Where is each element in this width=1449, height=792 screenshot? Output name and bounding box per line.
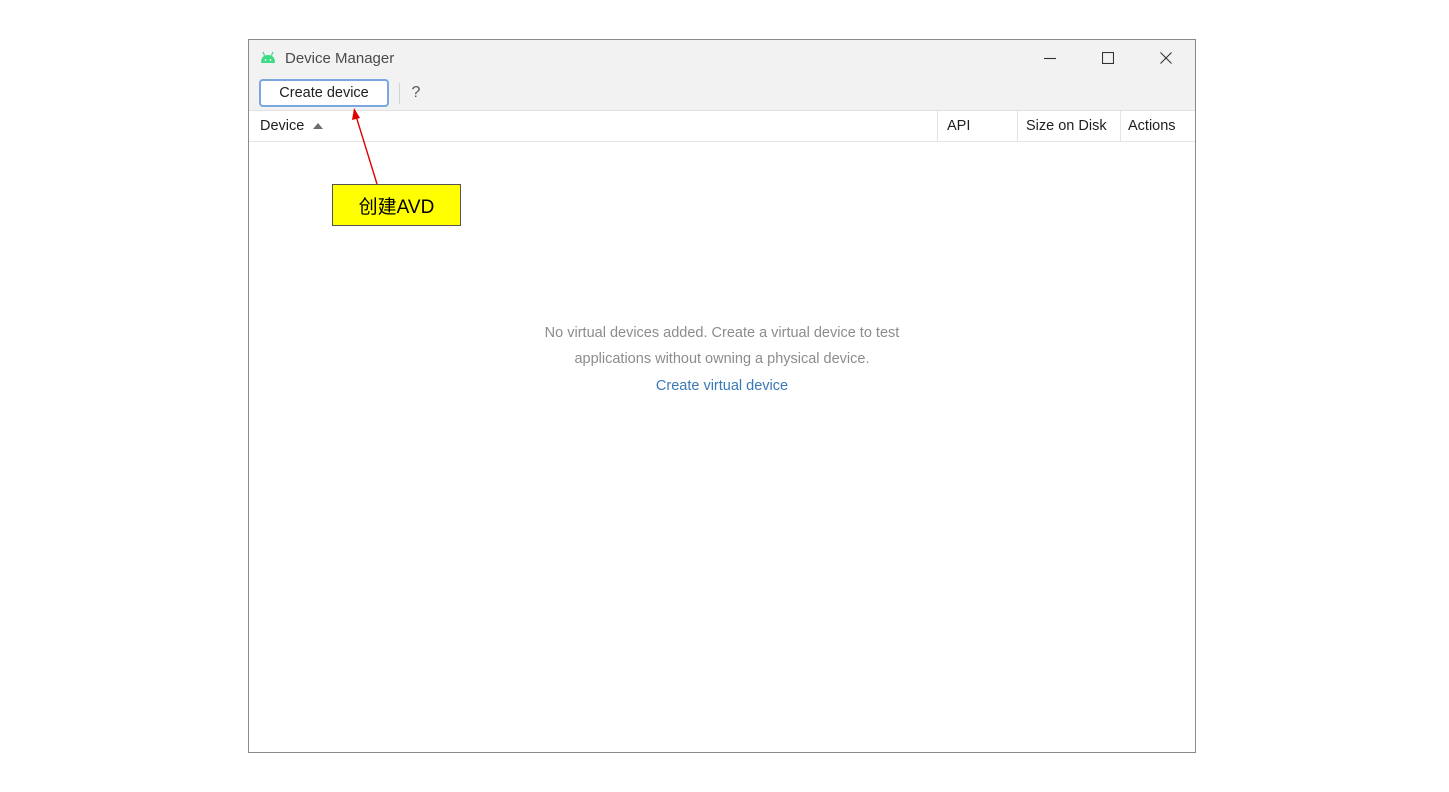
table-header: Device API Size on Disk Actions <box>249 111 1195 142</box>
android-icon <box>261 51 275 63</box>
close-button[interactable] <box>1137 40 1195 76</box>
column-header-api[interactable]: API <box>937 111 1017 141</box>
device-manager-window: Device Manager Create device ? Device AP… <box>248 39 1196 753</box>
column-header-size-on-disk[interactable]: Size on Disk <box>1017 111 1120 141</box>
column-label-device: Device <box>260 118 305 134</box>
maximize-icon <box>1102 52 1114 64</box>
close-icon <box>1160 52 1172 64</box>
column-label-size-on-disk: Size on Disk <box>1026 118 1107 134</box>
window-controls <box>1021 40 1195 76</box>
minimize-button[interactable] <box>1021 40 1079 76</box>
column-label-api: API <box>947 118 971 134</box>
create-virtual-device-link[interactable]: Create virtual device <box>656 372 788 400</box>
help-button[interactable]: ? <box>409 82 423 104</box>
annotation-label: 创建AVD <box>332 184 461 226</box>
window-title: Device Manager <box>285 49 395 67</box>
empty-state: No virtual devices added. Create a virtu… <box>249 320 1195 400</box>
annotation-arrow <box>352 108 378 185</box>
minimize-icon <box>1044 57 1056 60</box>
create-device-button[interactable]: Create device <box>259 79 389 107</box>
toolbar: Create device ? <box>249 76 1195 111</box>
sort-ascending-icon <box>313 123 324 129</box>
toolbar-separator <box>399 83 400 104</box>
column-header-actions[interactable]: Actions <box>1120 111 1197 141</box>
empty-state-message-line1: No virtual devices added. Create a virtu… <box>544 325 900 341</box>
empty-state-message-line2: applications without owning a physical d… <box>574 351 870 367</box>
title-bar[interactable]: Device Manager <box>249 40 1195 76</box>
maximize-button[interactable] <box>1079 40 1137 76</box>
column-label-actions: Actions <box>1128 118 1176 134</box>
